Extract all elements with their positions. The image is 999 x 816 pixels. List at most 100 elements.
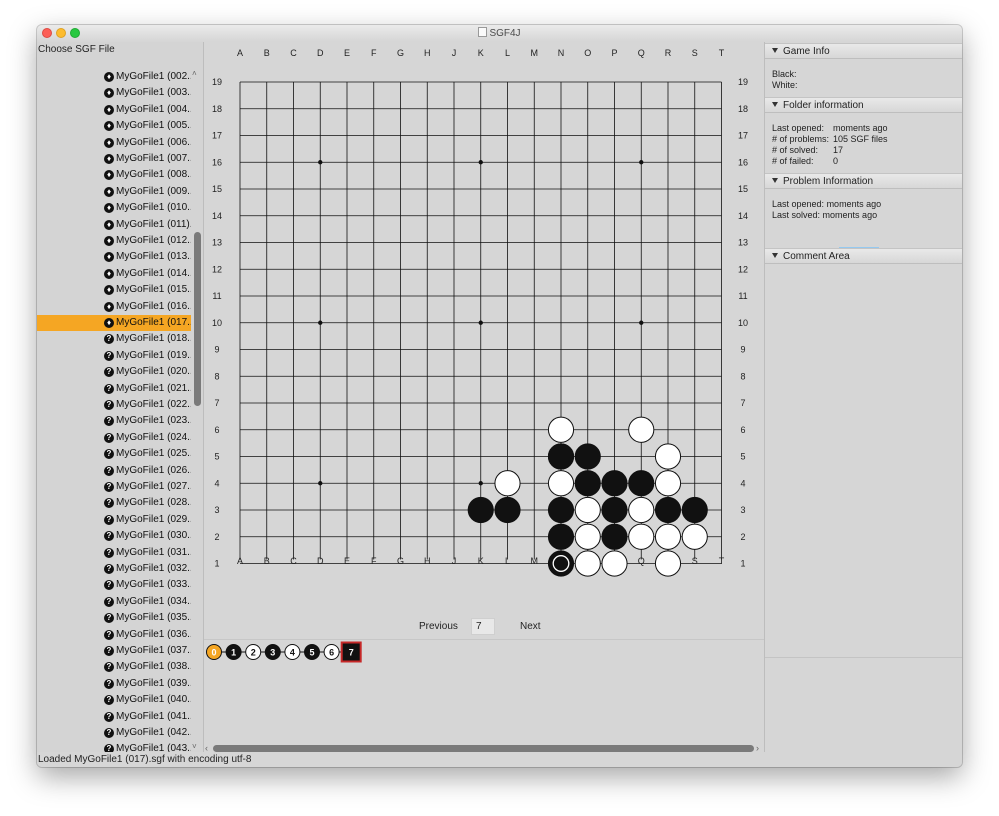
row-label-right: 13 [738, 238, 748, 248]
row-label-right: 19 [738, 77, 748, 87]
file-list-item[interactable]: ? MyGoFile1 (023... [37, 413, 191, 429]
file-name: MyGoFile1 (037... [116, 645, 191, 656]
file-name: MyGoFile1 (023... [116, 415, 191, 427]
file-list-item[interactable]: ♦ MyGoFile1 (005... [37, 118, 191, 134]
file-list-item[interactable]: ♦ MyGoFile1 (014... [37, 266, 191, 282]
file-list-item[interactable]: ? MyGoFile1 (024... [37, 430, 191, 446]
file-list-item[interactable]: ? MyGoFile1 (033... [37, 577, 191, 593]
file-list-item[interactable]: ♦ MyGoFile1 (008... [37, 167, 191, 183]
row-label-right: 16 [738, 157, 748, 167]
move-node[interactable]: 3 [264, 644, 281, 660]
flame-icon: ♦ [104, 186, 114, 197]
file-list-item[interactable]: ? MyGoFile1 (040... [37, 692, 191, 708]
go-board[interactable]: AABBCCDDEEFFGGHHJJKKLLMMNNOOPPQQRRSSTT11… [204, 42, 764, 602]
file-name: MyGoFile1 (029... [116, 513, 191, 525]
move-node[interactable]: 0 [206, 644, 222, 660]
choose-sgf-label[interactable]: Choose SGF File [38, 44, 115, 55]
comment-area-header[interactable]: Comment Area [765, 248, 962, 264]
file-list-item[interactable]: ? MyGoFile1 (035... [37, 610, 191, 626]
file-list-item[interactable]: ♦ MyGoFile1 (009... [37, 184, 191, 200]
solved-count-row: # of solved: 17 [772, 145, 843, 155]
flame-icon: ♦ [104, 285, 114, 296]
file-list-item[interactable]: ♦ MyGoFile1 (015... [37, 282, 191, 298]
file-list-item[interactable]: ? MyGoFile1 (039... [37, 676, 191, 692]
file-list-item[interactable]: ? MyGoFile1 (026... [37, 463, 191, 479]
problem-info-title: Problem Information [783, 176, 874, 187]
file-name: MyGoFile1 (039... [116, 677, 191, 689]
game-info-header[interactable]: Game Info [765, 43, 962, 59]
column-label-bottom: H [424, 556, 431, 566]
file-list-item[interactable]: ? MyGoFile1 (032... [37, 561, 191, 577]
star-point [639, 160, 644, 165]
question-icon: ? [104, 498, 114, 509]
scroll-up-icon[interactable]: ˄ [192, 69, 197, 78]
problem-info-header[interactable]: Problem Information [765, 173, 962, 189]
board-area: AABBCCDDEEFFGGHHJJKKLLMMNNOOPPQQRRSSTT11… [204, 42, 764, 753]
file-list-item[interactable]: ♦ MyGoFile1 (010... [37, 200, 191, 216]
column-label-top: T [719, 48, 725, 58]
move-node-label: 7 [349, 647, 354, 657]
file-list-item[interactable]: ♦ MyGoFile1 (013... [37, 249, 191, 265]
move-node[interactable]: 1 [225, 644, 242, 660]
move-node[interactable]: 6 [323, 644, 340, 660]
file-name: MyGoFile1 (009... [116, 185, 191, 197]
move-node[interactable]: 4 [284, 644, 301, 660]
file-list-item[interactable]: ? MyGoFile1 (020... [37, 364, 191, 380]
row-label-left: 13 [212, 238, 222, 248]
row-label-left: 4 [214, 478, 219, 488]
folder-last-opened-label: Last opened: [772, 123, 825, 133]
row-label-right: 10 [738, 318, 748, 328]
comment-area-title: Comment Area [783, 251, 850, 262]
move-tree[interactable]: 0 1 2 3 4 5 6 7 [204, 640, 764, 670]
file-list-item[interactable]: ? MyGoFile1 (025... [37, 446, 191, 462]
file-list-item[interactable]: ? MyGoFile1 (021... [37, 381, 191, 397]
file-list-item[interactable]: ? MyGoFile1 (042... [37, 725, 191, 741]
problems-count-value: 105 SGF files [833, 134, 888, 144]
white-player-label: White: [772, 80, 798, 90]
move-node[interactable]: 2 [245, 644, 262, 660]
file-list-item[interactable]: ? MyGoFile1 (022... [37, 397, 191, 413]
file-list-item[interactable]: ? MyGoFile1 (041... [37, 709, 191, 725]
question-icon: ? [104, 531, 114, 542]
column-label-top: G [397, 48, 404, 58]
file-list-item[interactable]: ? MyGoFile1 (030... [37, 528, 191, 544]
file-list-item[interactable]: ? MyGoFile1 (019... [37, 348, 191, 364]
file-list-item[interactable]: ♦ MyGoFile1 (007... [37, 151, 191, 167]
black-stone [601, 523, 628, 550]
file-list-item[interactable]: ♦ MyGoFile1 (011)... [37, 217, 191, 233]
file-list-item[interactable]: ? MyGoFile1 (036... [37, 627, 191, 643]
folder-info-header[interactable]: Folder information [765, 97, 962, 113]
question-icon: ? [104, 662, 114, 673]
file-list-item[interactable]: ♦ MyGoFile1 (016... [37, 299, 191, 315]
folder-last-opened-row: Last opened: moments ago [772, 123, 888, 133]
file-list-item[interactable]: ? MyGoFile1 (038... [37, 659, 191, 675]
file-list-item[interactable]: ? MyGoFile1 (037... [37, 643, 191, 659]
file-list-item[interactable]: ♦ MyGoFile1 (004... [37, 102, 191, 118]
column-label-top: R [665, 48, 672, 58]
file-list-item[interactable]: ? MyGoFile1 (018... [37, 331, 191, 347]
move-tree-scrollbar[interactable] [213, 745, 754, 752]
file-list-item[interactable]: ♦ MyGoFile1 (012... [37, 233, 191, 249]
question-icon: ? [104, 744, 114, 752]
file-list-item[interactable]: ♦ MyGoFile1 (002... [37, 69, 191, 85]
file-list-item[interactable]: ? MyGoFile1 (031... [37, 545, 191, 561]
next-button[interactable]: Next [520, 621, 541, 632]
file-list-item[interactable]: ♦ MyGoFile1 (017... [37, 315, 191, 331]
move-node[interactable]: 7 [340, 641, 362, 663]
white-player-row: White: [772, 80, 798, 90]
move-number-field[interactable]: 7 [471, 618, 495, 635]
column-label-top: P [611, 48, 617, 58]
file-list-item[interactable]: ? MyGoFile1 (027... [37, 479, 191, 495]
file-list-item[interactable]: ? MyGoFile1 (029... [37, 512, 191, 528]
previous-button[interactable]: Previous [419, 621, 458, 632]
file-list-scrollbar[interactable] [194, 232, 201, 406]
move-node[interactable]: 5 [304, 644, 320, 660]
file-list-item[interactable]: ♦ MyGoFile1 (003... [37, 85, 191, 101]
file-list-item[interactable]: ? MyGoFile1 (043... [37, 741, 191, 752]
file-list[interactable]: ♦ MyGoFile1 (002... ♦ MyGoFile1 (003... ♦ MyG… [37, 69, 191, 752]
problem-last-solved-value: moments ago [822, 210, 878, 220]
scroll-down-icon[interactable]: ˅ [192, 742, 197, 751]
file-list-item[interactable]: ? MyGoFile1 (028... [37, 495, 191, 511]
file-list-item[interactable]: ? MyGoFile1 (034... [37, 594, 191, 610]
file-list-item[interactable]: ♦ MyGoFile1 (006... [37, 135, 191, 151]
